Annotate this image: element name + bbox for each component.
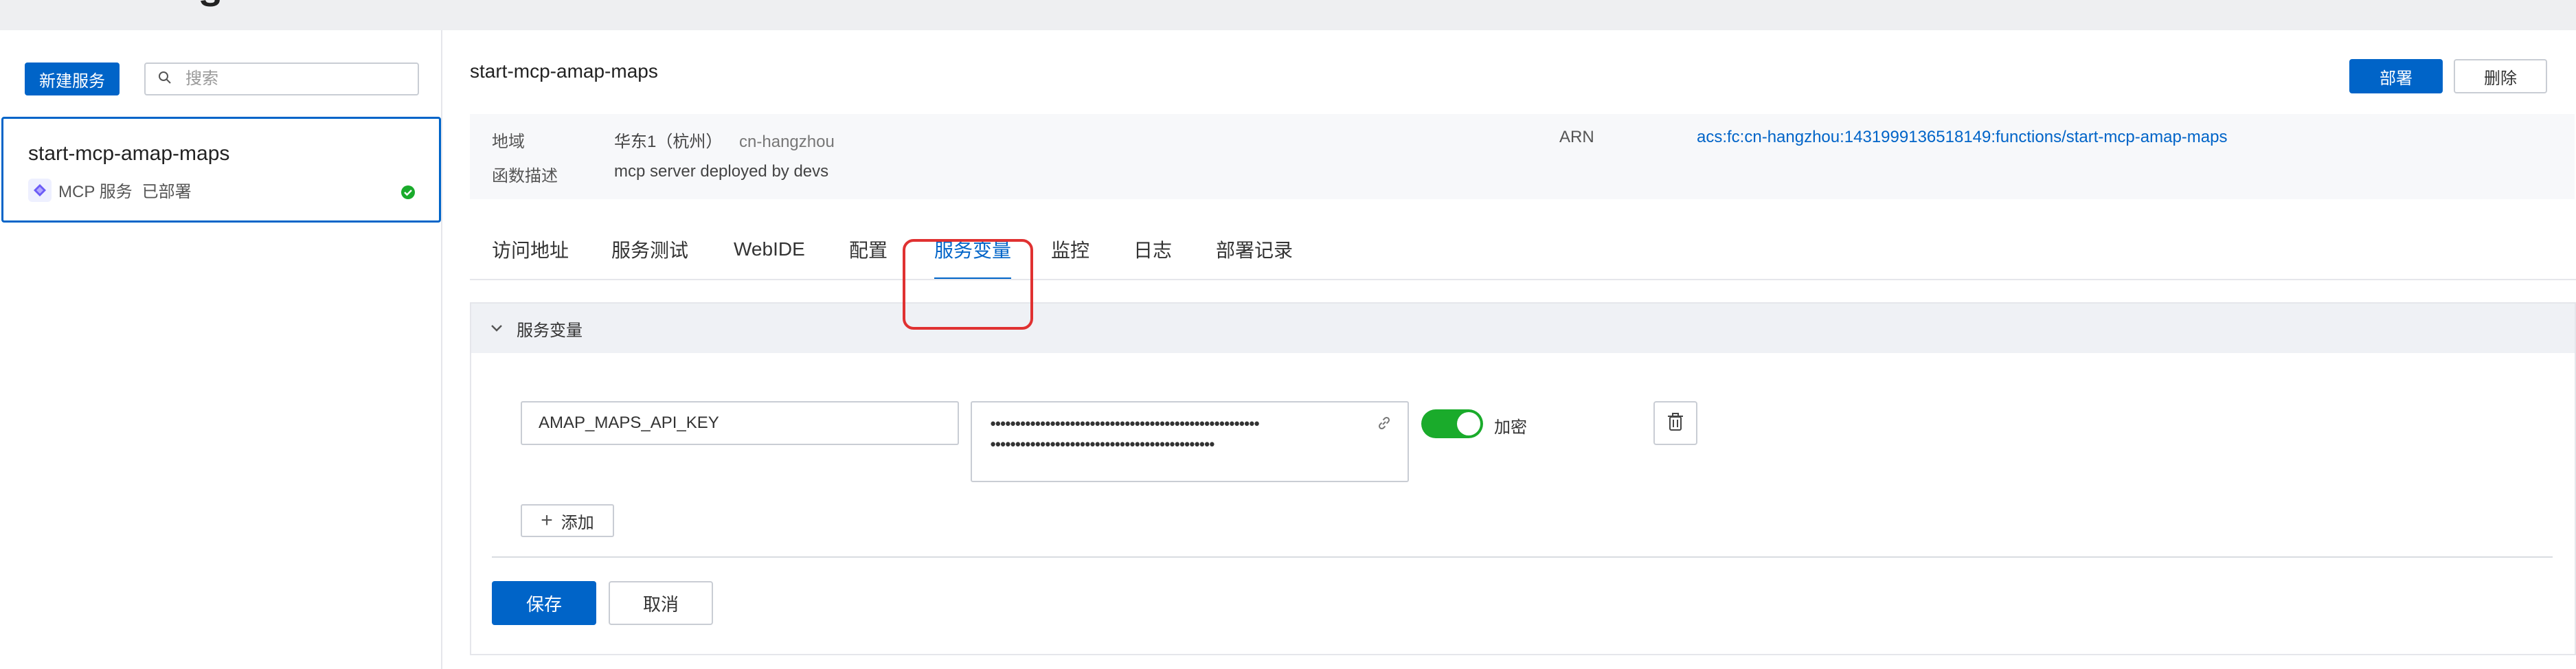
region-key: 地域 (492, 133, 525, 151)
region-code: cn-hangzhou (739, 133, 835, 151)
encrypt-label: 加密 (1494, 418, 1527, 437)
masked-value-line-2: ••••••••••••••••••••••••••••••••••••••••… (988, 437, 1217, 454)
main-panel: start-mcp-amap-maps 部署 删除 地域 华东1（杭州） cn-… (442, 30, 2576, 669)
app-frame: 新建服务 start-mcp-amap-maps MCP 服务 已部署 star… (0, 30, 2576, 669)
top-cut-text: s (199, 0, 221, 16)
chevron-down-icon (490, 324, 503, 332)
top-strip: s (0, 0, 2576, 30)
plus-icon: + (541, 509, 553, 532)
service-status-text: 已部署 (142, 183, 192, 201)
mcp-icon (28, 178, 52, 202)
toggle-knob (1457, 412, 1480, 435)
tab-bar: 访问地址 服务测试 WebIDE 配置 服务变量 监控 日志 部署记录 (470, 218, 2576, 280)
tab-deploy-records[interactable]: 部署记录 (1216, 218, 1293, 280)
deploy-button[interactable]: 部署 (2349, 59, 2443, 93)
add-label: 添加 (561, 513, 594, 532)
save-button[interactable]: 保存 (492, 581, 596, 625)
region-value-row: 华东1（杭州） cn-hangzhou (614, 128, 835, 152)
search-icon (158, 71, 172, 88)
region-row: 地域 (492, 128, 525, 152)
desc-value: mcp server deployed by devs (614, 162, 829, 181)
sidebar: 新建服务 start-mcp-amap-maps MCP 服务 已部署 (0, 30, 442, 669)
search-input[interactable] (185, 69, 412, 89)
info-panel: 地域 华东1（杭州） cn-hangzhou 函数描述 mcp server d… (470, 114, 2575, 199)
check-circle-icon (400, 185, 416, 203)
active-tab-highlight (903, 239, 1033, 330)
trash-icon (1667, 411, 1684, 435)
service-variables-section: 服务变量 AMAP_MAPS_API_KEY •••••••••••••••••… (470, 302, 2576, 655)
arn-key-row: ARN (1559, 128, 1594, 147)
tab-monitoring[interactable]: 监控 (1051, 218, 1089, 280)
tab-baseline (470, 279, 2576, 280)
masked-value-line-1: ••••••••••••••••••••••••••••••••••••••••… (988, 416, 1261, 433)
divider (492, 556, 2553, 558)
variable-key-input[interactable]: AMAP_MAPS_API_KEY (521, 401, 959, 445)
tab-service-test[interactable]: 服务测试 (611, 218, 688, 280)
service-meta: MCP 服务 已部署 (28, 178, 192, 202)
arn-key: ARN (1559, 128, 1594, 146)
region-value: 华东1（杭州） (614, 133, 723, 151)
tab-webide[interactable]: WebIDE (734, 218, 805, 280)
desc-row: 函数描述 (492, 162, 558, 186)
service-type: MCP 服务 (58, 183, 133, 201)
desc-key: 函数描述 (492, 167, 558, 185)
desc-value-row: mcp server deployed by devs (614, 162, 828, 181)
tab-config[interactable]: 配置 (849, 218, 888, 280)
arn-value-row: acs:fc:cn-hangzhou:1431999136518149:func… (1697, 128, 2227, 147)
new-service-button[interactable]: 新建服务 (25, 63, 120, 95)
delete-button[interactable]: 删除 (2454, 59, 2547, 93)
encrypt-toggle[interactable] (1421, 409, 1483, 438)
cancel-button[interactable]: 取消 (609, 581, 713, 625)
tab-logs[interactable]: 日志 (1133, 218, 1172, 280)
link-icon[interactable] (1376, 415, 1392, 436)
search-box[interactable] (144, 63, 419, 95)
arn-link[interactable]: acs:fc:cn-hangzhou:1431999136518149:func… (1697, 128, 2227, 146)
service-name: start-mcp-amap-maps (28, 142, 230, 165)
service-card[interactable]: start-mcp-amap-maps MCP 服务 已部署 (1, 117, 441, 223)
delete-variable-button[interactable] (1653, 401, 1697, 445)
section-title: 服务变量 (517, 321, 583, 340)
add-variable-button[interactable]: + 添加 (521, 504, 614, 537)
page-title: start-mcp-amap-maps (470, 60, 658, 82)
variable-value-input[interactable]: ••••••••••••••••••••••••••••••••••••••••… (971, 401, 1409, 482)
tab-access-url[interactable]: 访问地址 (492, 218, 569, 280)
section-header[interactable]: 服务变量 (471, 304, 2575, 353)
